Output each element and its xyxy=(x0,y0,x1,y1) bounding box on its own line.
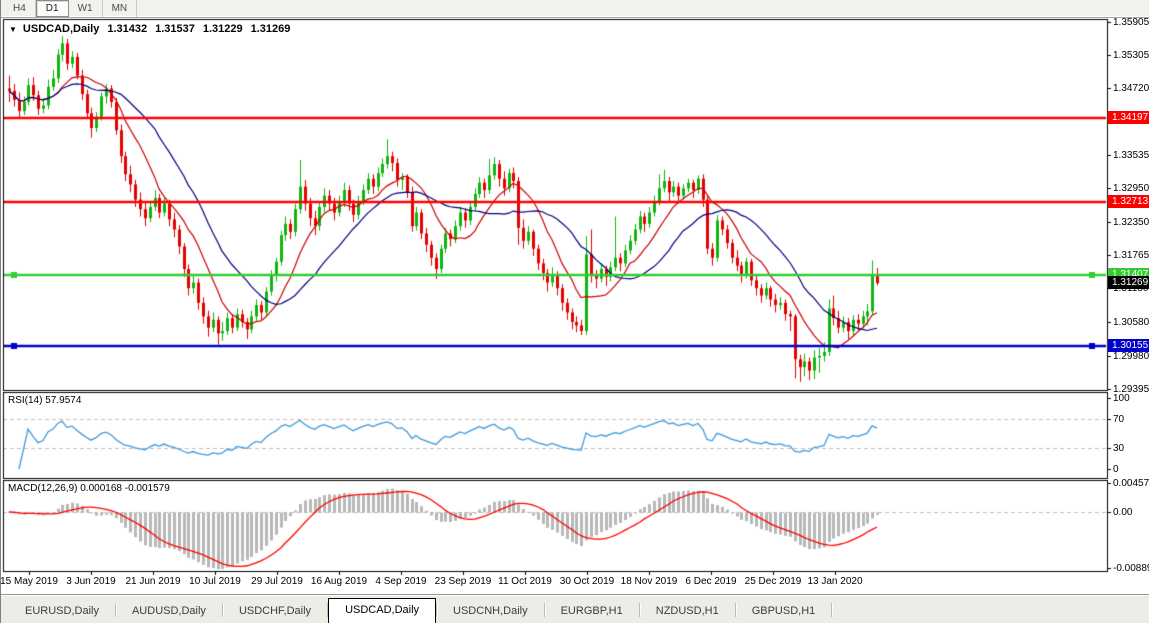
low-value: 1.31229 xyxy=(203,23,243,35)
close-value: 1.31269 xyxy=(251,23,291,35)
chart-tab-nzdusd-h1[interactable]: NZDUSD,H1 xyxy=(640,600,735,623)
chart-tab-usdchf-daily[interactable]: USDCHF,Daily xyxy=(223,600,327,623)
macd-indicator-label: MACD(12,26,9) 0.000168 -0.001579 xyxy=(8,483,170,494)
chart-tab-eurusd-daily[interactable]: EURUSD,Daily xyxy=(9,600,115,623)
open-value: 1.31432 xyxy=(107,23,147,35)
timeframe-button-d1[interactable]: D1 xyxy=(36,0,69,17)
chart-tab-eurgbp-h1[interactable]: EURGBP,H1 xyxy=(545,600,639,623)
chart-header: ▼ USDCAD,Daily 1.31432 1.31537 1.31229 1… xyxy=(9,23,290,35)
chart-canvas[interactable] xyxy=(1,0,1149,594)
timeframe-button-h4[interactable]: H4 xyxy=(4,0,36,17)
chart-tab-usdcnh-daily[interactable]: USDCNH,Daily xyxy=(437,600,544,623)
rsi-indicator-label: RSI(14) 57.9574 xyxy=(8,395,81,406)
chart-tab-usdcad-daily[interactable]: USDCAD,Daily xyxy=(328,598,436,623)
chart-tab-audusd-daily[interactable]: AUDUSD,Daily xyxy=(116,600,222,623)
symbol-label: USDCAD,Daily xyxy=(23,23,99,35)
tab-separator xyxy=(831,603,832,617)
timeframe-button-mn[interactable]: MN xyxy=(103,0,138,17)
high-value: 1.31537 xyxy=(155,23,195,35)
timeframe-toolbar: H4D1W1MN xyxy=(1,0,1149,18)
chart-tab-gbpusd-h1[interactable]: GBPUSD,H1 xyxy=(736,600,832,623)
trading-terminal-window: H4D1W1MN ▼ USDCAD,Daily 1.31432 1.31537 … xyxy=(0,0,1149,623)
chevron-down-icon[interactable]: ▼ xyxy=(9,25,17,34)
chart-tab-bar: EURUSD,DailyAUDUSD,DailyUSDCHF,DailyUSDC… xyxy=(1,594,1149,623)
timeframe-button-w1[interactable]: W1 xyxy=(69,0,103,17)
